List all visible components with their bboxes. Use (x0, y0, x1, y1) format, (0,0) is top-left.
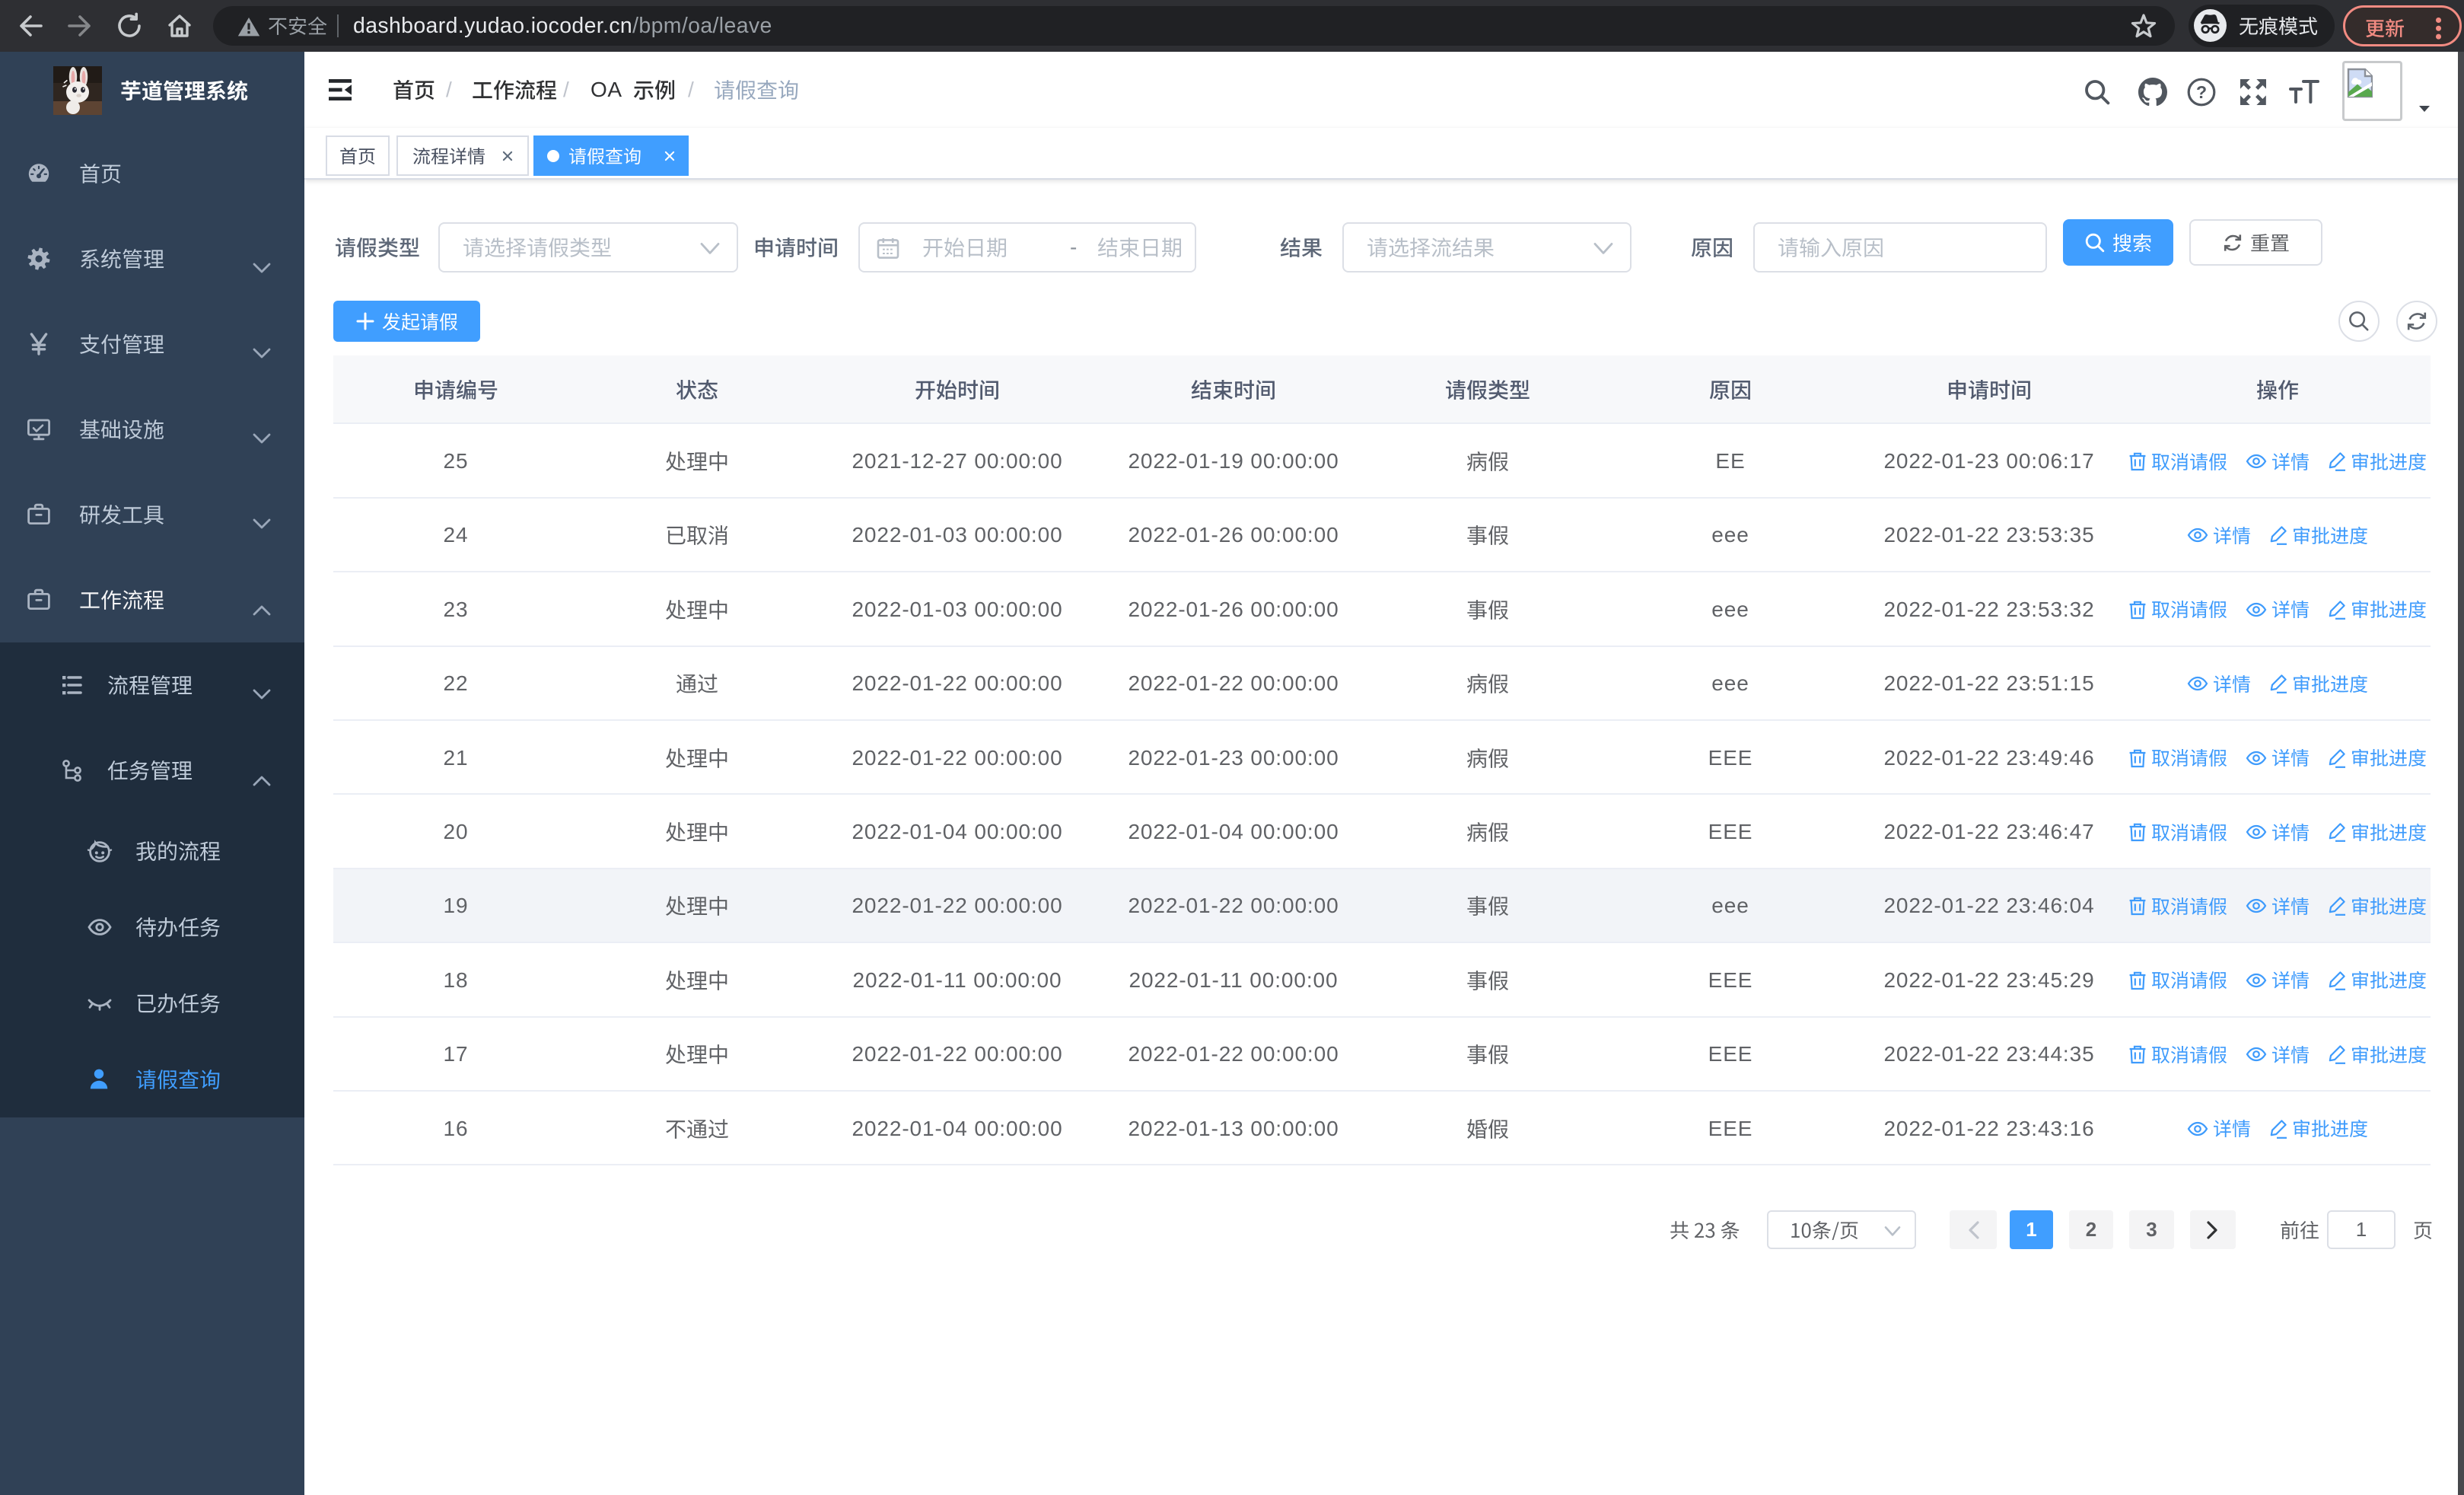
svg-text:?: ? (2196, 82, 2207, 102)
